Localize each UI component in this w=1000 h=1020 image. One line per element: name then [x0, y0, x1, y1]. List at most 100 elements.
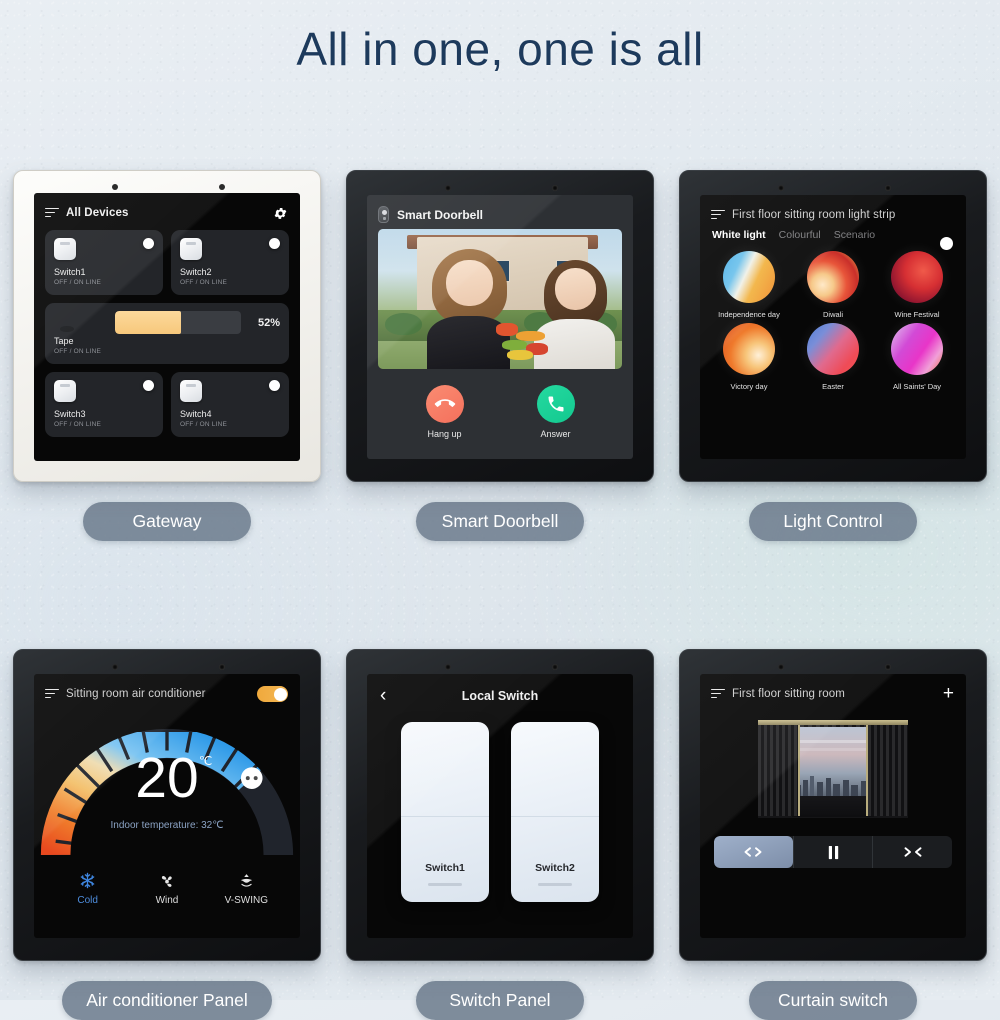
- scene-label: Victory day: [730, 382, 768, 391]
- answer-action[interactable]: Answer: [536, 385, 575, 439]
- switch-panel-screen: ‹ Local Switch Switch1 Switch2: [367, 674, 633, 938]
- light-control-screen: First floor sitting room light strip Whi…: [700, 195, 966, 459]
- scene-item[interactable]: Wine Festival: [876, 251, 958, 319]
- sky-cloud: [792, 740, 874, 743]
- switch-button-2[interactable]: Switch2: [511, 722, 599, 902]
- scene-item[interactable]: All Saints' Day: [876, 323, 958, 391]
- scene-label: All Saints' Day: [892, 382, 942, 391]
- device-switch-panel[interactable]: ‹ Local Switch Switch1 Switch2: [346, 649, 654, 961]
- switch-panel-header: ‹ Local Switch: [367, 674, 633, 706]
- skyline-building: [802, 780, 808, 796]
- panel-grid: All Devices Switch1 OFF / ON LINE Switch…: [0, 170, 1000, 1020]
- tile-top: [54, 380, 154, 402]
- curtain-left: [758, 723, 800, 816]
- curtain-screen: First floor sitting room +: [700, 674, 966, 938]
- caption-air-conditioner: Air conditioner Panel: [62, 981, 272, 1020]
- scene-orb-all-saints-day: [891, 323, 943, 375]
- tab-scenario[interactable]: Scenario: [834, 229, 875, 241]
- skyline-building: [833, 783, 841, 796]
- set-temperature-value: 20: [135, 746, 199, 810]
- power-dot-button[interactable]: [269, 238, 280, 249]
- ac-mode-cold[interactable]: Cold: [52, 872, 124, 906]
- device-air-conditioner[interactable]: Sitting room air conditioner 20 ℃ Indoor…: [13, 649, 321, 961]
- ac-header-actions: [257, 686, 288, 702]
- phone-hangup-icon[interactable]: [425, 385, 464, 423]
- page-title-curtain: First floor sitting room: [732, 688, 845, 700]
- phone-answer-icon[interactable]: [536, 385, 575, 423]
- power-dot-button[interactable]: [143, 238, 154, 249]
- curtain-pause-button[interactable]: [792, 836, 873, 868]
- brightness-slider-fill: [115, 311, 181, 334]
- grocery-bag: [493, 319, 556, 367]
- caption-gateway: Gateway: [83, 502, 251, 541]
- panel-row-top: All Devices Switch1 OFF / ON LINE Switch…: [0, 170, 1000, 541]
- panel-cell-gateway: All Devices Switch1 OFF / ON LINE Switch…: [12, 170, 322, 541]
- ac-mode-label: Wind: [155, 895, 179, 906]
- scene-orb-diwali: [807, 251, 859, 303]
- temperature-gauge[interactable]: 20 ℃ Indoor temperature: 32℃: [34, 706, 300, 866]
- skyline-building: [842, 779, 849, 796]
- tile-top: [180, 380, 280, 402]
- switch-label: Switch1: [425, 862, 465, 874]
- doorbell-video-feed: [378, 229, 622, 369]
- menu-icon[interactable]: [711, 209, 725, 221]
- plus-icon[interactable]: +: [943, 684, 954, 703]
- visitor-two-face: [554, 268, 597, 311]
- device-status: OFF / ON LINE: [54, 348, 102, 355]
- device-tile-switch3[interactable]: Switch3 OFF / ON LINE: [45, 372, 163, 437]
- camera-dot-icon: [444, 664, 451, 670]
- toggle-knob: [939, 236, 953, 250]
- gateway-device-list: Switch1 OFF / ON LINE Switch2 OFF / ON L…: [34, 223, 300, 437]
- scene-grid: Independence day Diwali Wine Festival Vi…: [700, 241, 966, 391]
- skyline-building: [816, 782, 824, 796]
- power-dot-button[interactable]: [143, 380, 154, 391]
- panel-row-bottom: Sitting room air conditioner 20 ℃ Indoor…: [0, 649, 1000, 1020]
- device-curtain-switch[interactable]: First floor sitting room +: [679, 649, 987, 961]
- panel-cell-switch: ‹ Local Switch Switch1 Switch2 Switch Pa…: [345, 649, 655, 1020]
- caption-light-control: Light Control: [749, 502, 917, 541]
- scene-item[interactable]: Easter: [792, 323, 874, 391]
- gear-icon[interactable]: [273, 206, 288, 221]
- ac-power-toggle[interactable]: [257, 686, 288, 702]
- device-tile-switch2[interactable]: Switch2 OFF / ON LINE: [171, 230, 289, 295]
- scene-item[interactable]: Victory day: [708, 323, 790, 391]
- toggle-knob: [273, 687, 287, 701]
- camera-dot-icon: [777, 185, 784, 191]
- device-status: OFF / ON LINE: [54, 279, 102, 286]
- tile-top: [54, 238, 154, 260]
- curtain-open-button[interactable]: [714, 836, 793, 868]
- device-tile-switch1[interactable]: Switch1 OFF / ON LINE: [45, 230, 163, 295]
- scene-item[interactable]: Independence day: [708, 251, 790, 319]
- dimmer-row: 52%: [54, 311, 280, 334]
- menu-icon[interactable]: [45, 688, 59, 700]
- device-gateway[interactable]: All Devices Switch1 OFF / ON LINE Switch…: [13, 170, 321, 482]
- device-doorbell[interactable]: Smart Doorbell Hang up Answer: [346, 170, 654, 482]
- device-name: Switch3: [54, 409, 86, 419]
- device-tile-tape[interactable]: 52% Tape OFF / ON LINE: [45, 303, 289, 364]
- hangup-action[interactable]: Hang up: [425, 385, 464, 439]
- page-title-ac: Sitting room air conditioner: [66, 688, 206, 700]
- scene-item[interactable]: Diwali: [792, 251, 874, 319]
- switch-indicator-bar: [538, 883, 572, 886]
- curtain-close-button[interactable]: [872, 836, 952, 868]
- menu-icon[interactable]: [45, 207, 59, 219]
- scene-orb-easter: [807, 323, 859, 375]
- menu-icon[interactable]: [711, 688, 725, 700]
- ac-mode-v-swing[interactable]: V-SWING: [210, 872, 282, 906]
- ac-mode-wind[interactable]: Wind: [131, 872, 203, 906]
- switch-button-1[interactable]: Switch1: [401, 722, 489, 902]
- tab-white-light[interactable]: White light: [712, 229, 766, 241]
- panel-cell-air-conditioner: Sitting room air conditioner 20 ℃ Indoor…: [12, 649, 322, 1020]
- scene-label: Wine Festival: [894, 310, 940, 319]
- device-tile-switch4[interactable]: Switch4 OFF / ON LINE: [171, 372, 289, 437]
- doorbell-call-actions: Hang up Answer: [367, 385, 633, 439]
- device-light-control[interactable]: First floor sitting room light strip Whi…: [679, 170, 987, 482]
- scene-label: Independence day: [718, 310, 780, 319]
- brightness-slider[interactable]: [115, 311, 241, 334]
- sensor-dot-icon: [552, 664, 559, 670]
- camera-dot-icon: [444, 185, 451, 191]
- scene-orb-independence-day: [723, 251, 775, 303]
- hangup-label: Hang up: [427, 429, 462, 439]
- tab-colourful[interactable]: Colourful: [779, 229, 821, 241]
- power-dot-button[interactable]: [269, 380, 280, 391]
